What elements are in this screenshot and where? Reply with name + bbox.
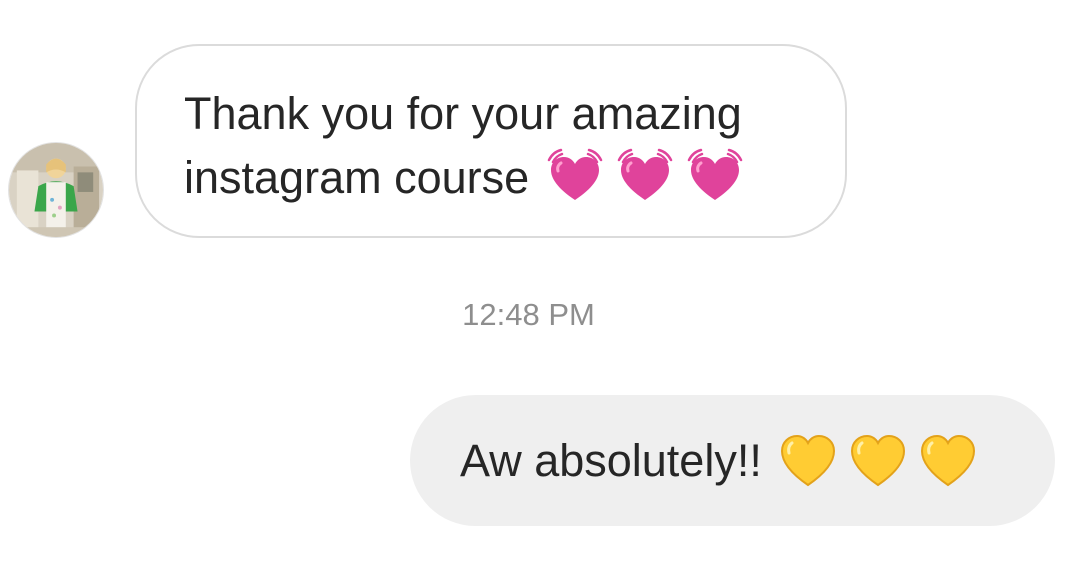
beating-heart-icon	[545, 148, 605, 208]
incoming-message-line-1: Thank you for your amazing	[184, 88, 742, 139]
beating-heart-icon	[615, 148, 675, 208]
outgoing-message-bubble[interactable]: Aw absolutely!!	[410, 395, 1055, 526]
incoming-message-line-2-row: instagram course	[184, 146, 805, 210]
yellow-heart-icon	[918, 431, 978, 491]
avatar-photo	[9, 143, 103, 237]
outgoing-emoji-row	[778, 431, 978, 491]
yellow-heart-icon	[848, 431, 908, 491]
outgoing-message-row: Aw absolutely!!	[460, 431, 978, 491]
outgoing-message-text: Aw absolutely!!	[460, 434, 762, 486]
chat-screen: Thank you for your amazing instagram cou…	[0, 0, 1077, 565]
beating-heart-icon	[685, 148, 745, 208]
sender-avatar[interactable]	[8, 142, 104, 238]
incoming-message-bubble[interactable]: Thank you for your amazing instagram cou…	[135, 44, 847, 238]
incoming-message-line-2: instagram course	[184, 152, 530, 203]
message-timestamp: 12:48 PM	[462, 297, 595, 332]
incoming-emoji-row	[545, 148, 745, 208]
yellow-heart-icon	[778, 431, 838, 491]
